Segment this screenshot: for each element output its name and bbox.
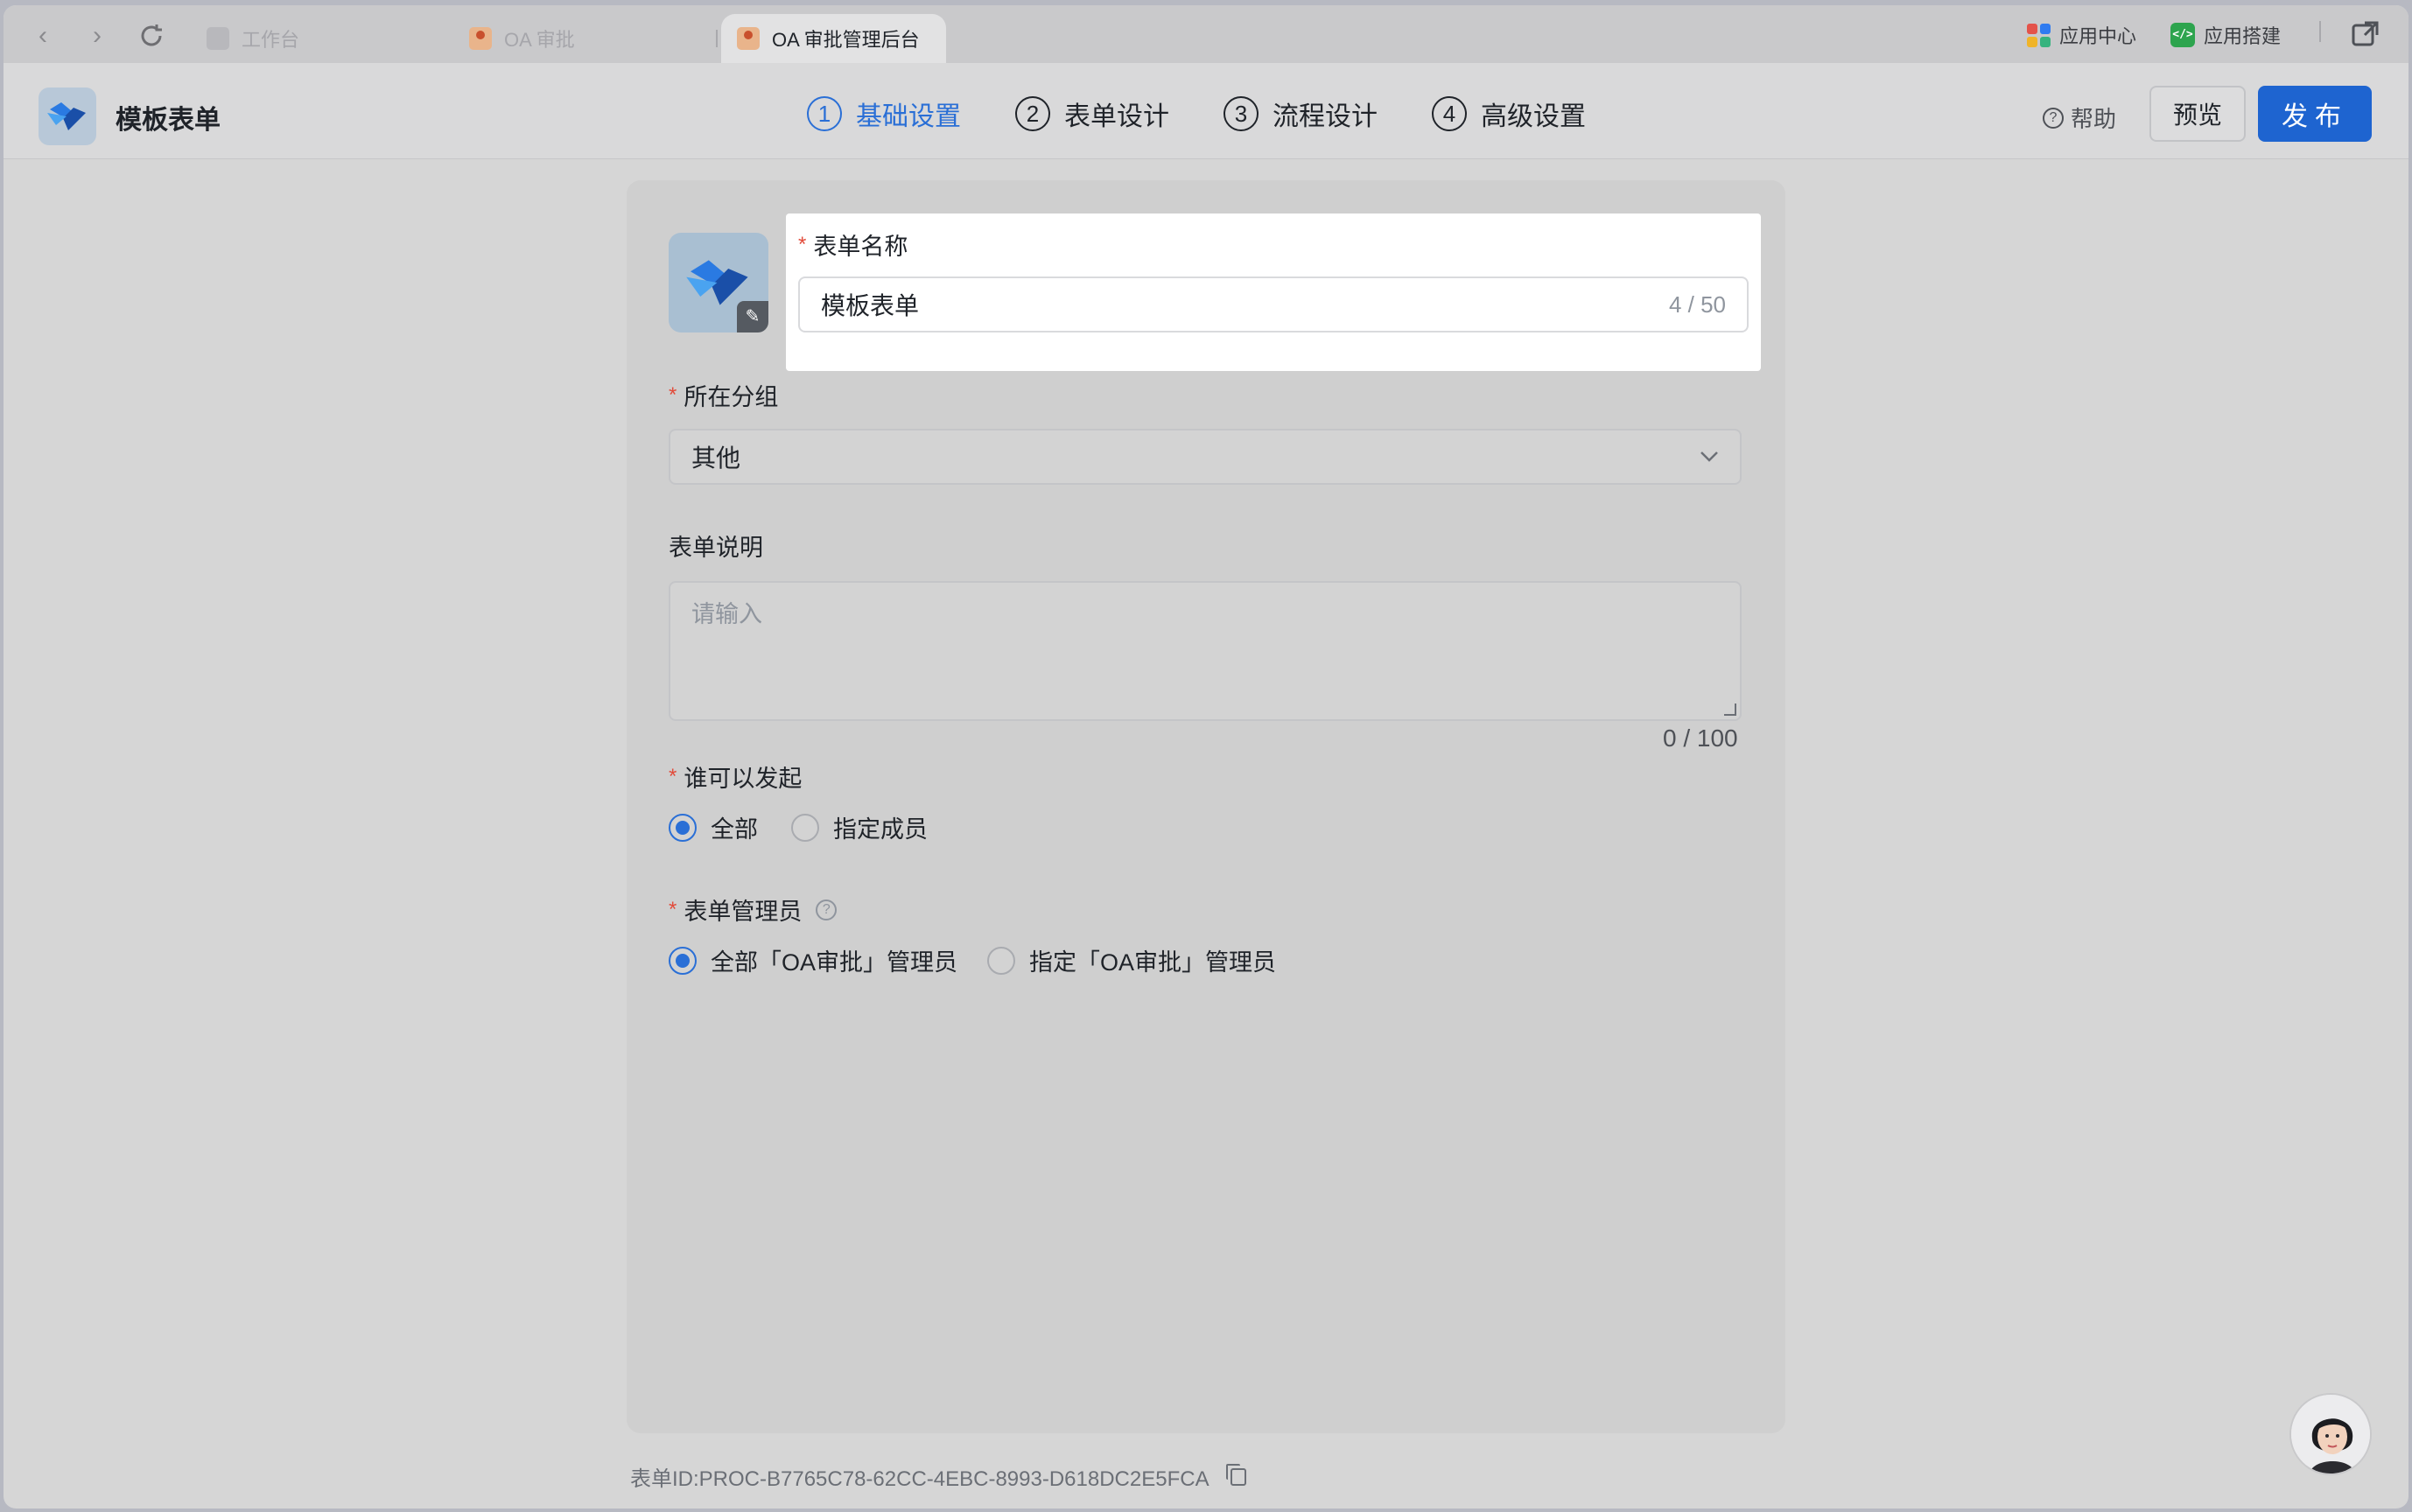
assistant-avatar[interactable] [2289, 1393, 2372, 1475]
form-name-value: 模板表单 [821, 292, 920, 319]
app-builder-link[interactable]: </> 应用搭建 [2170, 21, 2281, 49]
radio-specified-admins[interactable] [987, 946, 1016, 975]
back-icon[interactable]: ‹ [28, 21, 58, 51]
edit-icon[interactable]: ✎ [737, 301, 768, 332]
form-name-section: * 表单名称 模板表单 4 / 50 [786, 214, 1761, 371]
radio-all[interactable] [669, 813, 697, 842]
tab-oa-approval[interactable]: OA 审批 [469, 14, 575, 63]
radio-label: 指定成员 [833, 816, 928, 843]
group-select[interactable]: 其他 [669, 429, 1742, 485]
step-form-design[interactable]: 2 表单设计 [1015, 94, 1169, 133]
admin-label: * 表单管理员 ? [669, 892, 838, 927]
resize-handle[interactable] [1724, 704, 1736, 716]
step-label: 高级设置 [1481, 102, 1586, 131]
initiator-radio-group: 全部 指定成员 [669, 810, 928, 844]
open-external-icon[interactable] [2351, 19, 2380, 49]
step-navigation: 1 基础设置 2 表单设计 3 流程设计 4 高级设置 [807, 94, 1586, 133]
tab-label: OA 审批 [504, 29, 575, 51]
label-text: 表单名称 [813, 234, 908, 260]
step-number: 3 [1224, 96, 1259, 131]
radio-specified-members[interactable] [791, 813, 819, 842]
form-icon-picker[interactable]: ✎ [669, 233, 768, 332]
copy-icon[interactable] [1225, 1463, 1246, 1486]
desc-label: 表单说明 [669, 528, 763, 563]
step-number: 4 [1432, 96, 1467, 131]
app-builder-label: 应用搭建 [2204, 25, 2282, 47]
publish-button[interactable]: 发布 [2258, 86, 2372, 142]
required-mark: * [669, 897, 677, 921]
preview-button[interactable]: 预览 [2149, 86, 2246, 142]
desc-placeholder: 请输入 [691, 601, 762, 627]
label-text: 谁可以发起 [684, 766, 803, 792]
form-name-label: * 表单名称 [798, 228, 908, 262]
app-center-icon [2027, 23, 2051, 47]
tab-oa-admin[interactable]: OA 审批管理后台 [721, 14, 946, 63]
group-value: 其他 [691, 444, 741, 472]
page-title: 模板表单 [116, 106, 221, 135]
app-header: 模板表单 1 基础设置 2 表单设计 3 流程设计 4 高级设置 ? 帮助 预览 [4, 63, 2408, 159]
radio-label: 全部 [711, 816, 758, 843]
desc-counter: 0 / 100 [1663, 724, 1738, 752]
radio-label: 指定「OA审批」管理员 [1029, 949, 1277, 976]
oa-admin-icon [737, 27, 760, 50]
desc-textarea[interactable]: 请输入 [669, 581, 1742, 721]
form-name-counter: 4 / 50 [1668, 290, 1726, 318]
step-label: 基础设置 [856, 102, 961, 131]
form-name-input[interactable]: 模板表单 4 / 50 [798, 276, 1749, 332]
radio-all-admins[interactable] [669, 946, 697, 975]
toolbar-divider [2319, 21, 2321, 42]
chevron-down-icon [1700, 444, 1719, 469]
forward-icon[interactable]: › [82, 21, 112, 51]
group-label: * 所在分组 [669, 378, 778, 412]
browser-window: ‹ › 工作台 OA 审批 OA 审批管理后台 应用中心 </> 应用搭建 模板… [4, 5, 2408, 1508]
workbench-icon [207, 27, 229, 50]
step-number: 2 [1015, 96, 1050, 131]
tab-divider [716, 30, 718, 47]
browser-tab-strip: ‹ › 工作台 OA 审批 OA 审批管理后台 应用中心 </> 应用搭建 [4, 5, 2408, 63]
label-text: 表单管理员 [684, 899, 803, 925]
initiator-label: * 谁可以发起 [669, 760, 802, 794]
form-id-text: 表单ID:PROC-B7765C78-62CC-4EBC-8993-D618DC… [630, 1467, 1210, 1491]
reload-icon[interactable] [137, 21, 166, 51]
code-icon: </> [2170, 23, 2195, 47]
step-label: 流程设计 [1273, 102, 1378, 131]
handshake-icon [47, 102, 86, 130]
step-basic-settings[interactable]: 1 基础设置 [807, 94, 961, 133]
required-mark: * [669, 382, 677, 407]
tab-workbench[interactable]: 工作台 [207, 14, 299, 63]
app-center-link[interactable]: 应用中心 [2027, 21, 2136, 49]
help-label: 帮助 [2071, 106, 2117, 132]
label-text: 所在分组 [684, 384, 779, 410]
form-id: 表单ID:PROC-B7765C78-62CC-4EBC-8993-D618DC… [630, 1461, 1246, 1492]
help-button[interactable]: ? 帮助 [2043, 102, 2116, 134]
required-mark: * [798, 232, 807, 256]
tab-label: OA 审批管理后台 [772, 29, 920, 51]
oa-approval-icon [469, 27, 492, 50]
app-center-label: 应用中心 [2059, 25, 2137, 47]
radio-label: 全部「OA审批」管理员 [711, 949, 958, 976]
step-number: 1 [807, 96, 842, 131]
admin-radio-group: 全部「OA审批」管理员 指定「OA审批」管理员 [669, 943, 1276, 977]
label-text: 表单说明 [669, 535, 763, 561]
question-icon[interactable]: ? [816, 899, 838, 920]
help-icon: ? [2043, 107, 2064, 129]
required-mark: * [669, 764, 677, 788]
form-card: ✎ * 表单名称 模板表单 4 / 50 * 所在分组 其他 表单说明 请输入 … [627, 180, 1785, 1433]
tab-label: 工作台 [242, 29, 300, 51]
step-process-design[interactable]: 3 流程设计 [1224, 94, 1378, 133]
step-advanced-settings[interactable]: 4 高级设置 [1432, 94, 1586, 133]
step-label: 表单设计 [1064, 102, 1169, 131]
form-logo [39, 88, 96, 145]
